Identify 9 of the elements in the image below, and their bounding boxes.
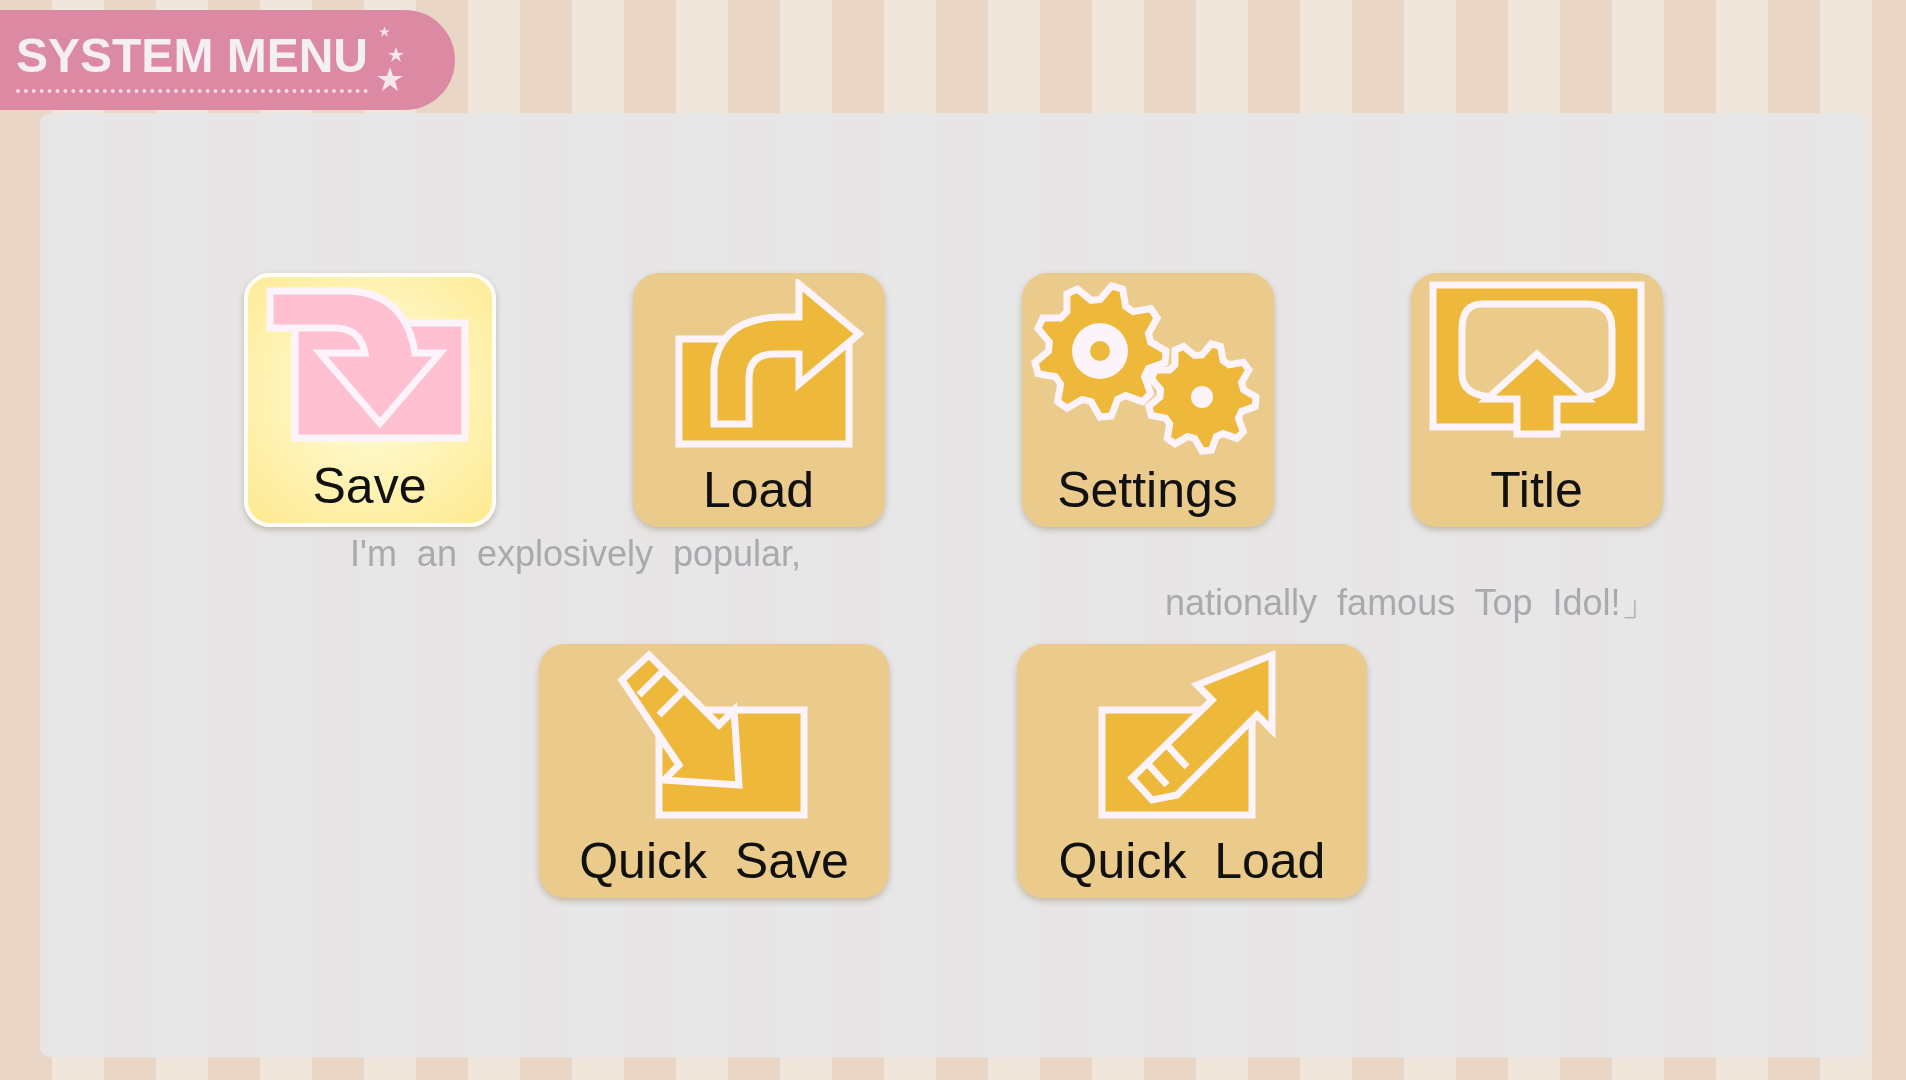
dialogue-text: I'm an explosively popular,: [350, 533, 802, 575]
menu-button[interactable]: Quick Load: [1017, 644, 1367, 898]
menu-button[interactable]: Load: [632, 273, 885, 527]
menu-button[interactable]: Quick Save: [539, 644, 889, 898]
dialogue-text: nationally famous Top Idol!」: [1165, 581, 1657, 625]
menu-title: SYSTEM MENU: [16, 27, 369, 93]
menu-button[interactable]: Settings: [1021, 273, 1274, 527]
menu-button[interactable]: Title: [1410, 273, 1663, 527]
menu-button[interactable]: Save: [243, 273, 496, 527]
